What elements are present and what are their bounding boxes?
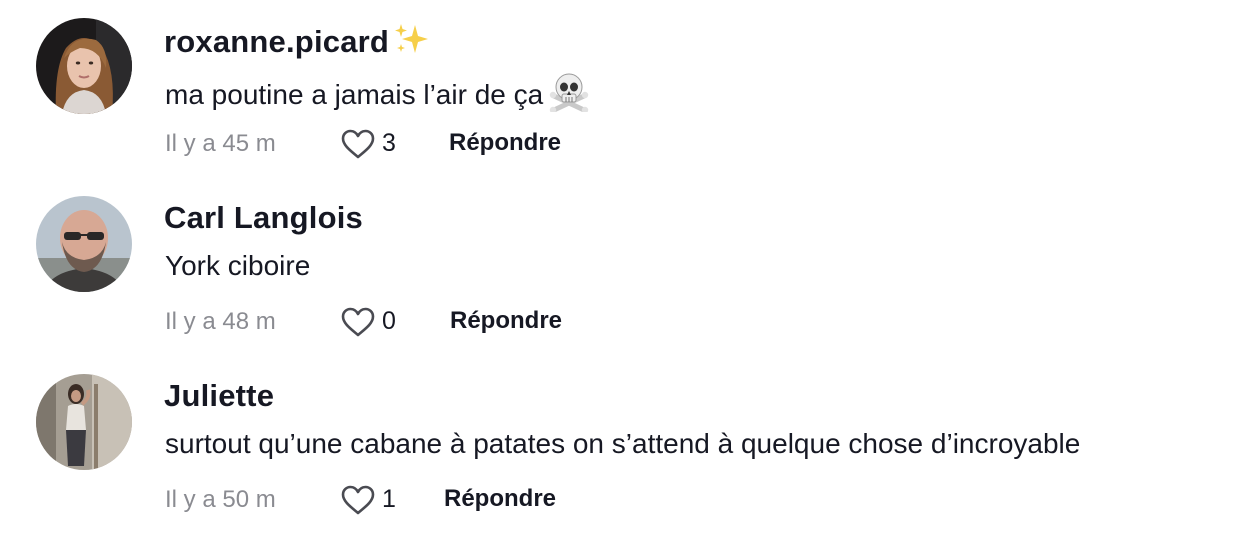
comment-item: roxanne.picard ma poutine a jamais l’air… — [0, 0, 1244, 178]
username-text: roxanne.picard — [164, 24, 390, 59]
comment-username[interactable]: roxanne.picard — [164, 22, 431, 64]
reply-button[interactable]: Répondre — [450, 307, 562, 335]
comment-username[interactable]: Carl Langlois — [164, 200, 363, 236]
reply-button[interactable]: Répondre — [449, 129, 561, 157]
avatar[interactable] — [36, 196, 132, 292]
comment-text: surtout qu’une cabane à patates on s’att… — [165, 428, 1081, 459]
heart-outline-icon — [341, 129, 375, 159]
avatar-image — [36, 374, 132, 470]
comment-text: ma poutine a jamais l’air de ça — [165, 72, 589, 119]
avatar-image — [36, 196, 132, 292]
sparkles-icon — [393, 22, 431, 64]
comment-timestamp: Il y a 48 m — [165, 308, 276, 335]
comment-item: Juliette surtout qu’une cabane à patates… — [0, 356, 1244, 534]
comment-timestamp: Il y a 45 m — [165, 130, 276, 157]
comment-item: Carl Langlois York ciboire Il y a 48 m 0… — [0, 178, 1244, 356]
like-count: 1 — [382, 485, 396, 513]
comment-meta: Il y a 48 m 0 Répondre — [165, 304, 865, 340]
comment-timestamp: Il y a 50 m — [165, 486, 276, 513]
reply-button[interactable]: Répondre — [444, 485, 556, 513]
comment-text-content: ma poutine a jamais l’air de ça — [165, 79, 544, 110]
heart-outline-icon — [341, 485, 375, 515]
comment-username[interactable]: Juliette — [164, 378, 274, 414]
avatar[interactable] — [36, 374, 132, 470]
avatar[interactable] — [36, 18, 132, 114]
comment-text: York ciboire — [165, 250, 311, 281]
comment-meta: Il y a 45 m 3 Répondre — [165, 126, 865, 162]
avatar-image — [36, 18, 132, 114]
like-count: 3 — [382, 129, 396, 157]
heart-outline-icon — [341, 307, 375, 337]
comment-meta: Il y a 50 m 1 Répondre — [165, 482, 865, 518]
skull-and-crossbones-icon — [549, 72, 589, 119]
like-count: 0 — [382, 307, 396, 335]
